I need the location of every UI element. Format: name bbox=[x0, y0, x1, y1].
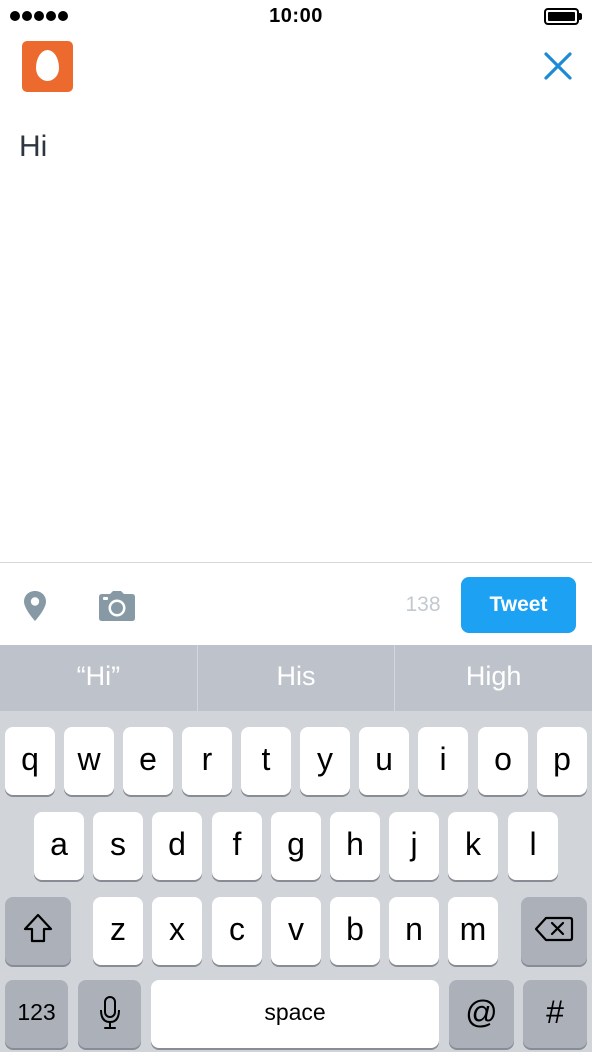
key-x[interactable]: x bbox=[152, 897, 202, 965]
key-q[interactable]: q bbox=[5, 727, 55, 795]
delete-icon[interactable] bbox=[521, 897, 587, 965]
shift-icon[interactable] bbox=[5, 897, 71, 965]
key-o[interactable]: o bbox=[478, 727, 528, 795]
close-icon[interactable] bbox=[534, 44, 582, 92]
key-v[interactable]: v bbox=[271, 897, 321, 965]
key-u[interactable]: u bbox=[359, 727, 409, 795]
suggestion-item[interactable]: High bbox=[395, 645, 592, 711]
key-f[interactable]: f bbox=[212, 812, 262, 880]
key-m[interactable]: m bbox=[448, 897, 498, 965]
key-r[interactable]: r bbox=[182, 727, 232, 795]
key-y[interactable]: y bbox=[300, 727, 350, 795]
key-s[interactable]: s bbox=[93, 812, 143, 880]
character-count: 138 bbox=[405, 593, 441, 616]
battery-icon bbox=[544, 8, 582, 25]
key-a[interactable]: a bbox=[34, 812, 84, 880]
hash-key[interactable]: # bbox=[523, 980, 587, 1048]
at-key[interactable]: @ bbox=[449, 980, 514, 1048]
compose-toolbar: 138 Tweet bbox=[0, 562, 592, 645]
status-time: 10:00 bbox=[269, 5, 323, 27]
key-c[interactable]: c bbox=[212, 897, 262, 965]
key-n[interactable]: n bbox=[389, 897, 439, 965]
keyboard: q w e r t y u i o p a s d f g h j k l z … bbox=[0, 711, 592, 1052]
key-w[interactable]: w bbox=[64, 727, 114, 795]
key-t[interactable]: t bbox=[241, 727, 291, 795]
predictive-text-bar: “Hi” His High bbox=[0, 645, 592, 711]
tweet-button[interactable]: Tweet bbox=[461, 577, 576, 633]
tweet-text-input[interactable]: Hi bbox=[19, 130, 47, 164]
key-l[interactable]: l bbox=[508, 812, 558, 880]
key-h[interactable]: h bbox=[330, 812, 380, 880]
suggestion-item[interactable]: “Hi” bbox=[0, 645, 198, 711]
key-b[interactable]: b bbox=[330, 897, 380, 965]
suggestion-item[interactable]: His bbox=[198, 645, 396, 711]
key-k[interactable]: k bbox=[448, 812, 498, 880]
key-j[interactable]: j bbox=[389, 812, 439, 880]
key-i[interactable]: i bbox=[418, 727, 468, 795]
space-key[interactable]: space bbox=[151, 980, 439, 1048]
microphone-icon[interactable] bbox=[78, 980, 141, 1048]
key-d[interactable]: d bbox=[152, 812, 202, 880]
camera-icon[interactable] bbox=[98, 591, 136, 621]
key-e[interactable]: e bbox=[123, 727, 173, 795]
key-z[interactable]: z bbox=[93, 897, 143, 965]
key-p[interactable]: p bbox=[537, 727, 587, 795]
key-g[interactable]: g bbox=[271, 812, 321, 880]
status-bar: 10:00 bbox=[0, 0, 592, 34]
egg-avatar-icon[interactable] bbox=[22, 41, 73, 92]
numbers-key[interactable]: 123 bbox=[5, 980, 68, 1048]
location-pin-icon[interactable] bbox=[22, 590, 48, 622]
